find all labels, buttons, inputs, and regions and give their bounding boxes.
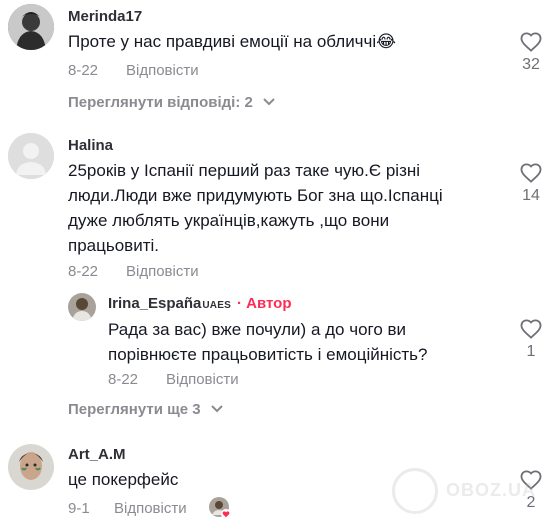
reply-button[interactable]: Відповісти xyxy=(166,371,239,388)
username[interactable]: Halina xyxy=(68,137,113,154)
author-badge: · Автор xyxy=(236,295,292,312)
reply-text-line: порівнюєте працьовитість і емоційність? xyxy=(108,345,428,364)
comment-text: 25років у Іспанії перший раз таке чую.Є … xyxy=(68,158,443,258)
comment-text-line: люди.Люди вже придумують Бог зна що.Іспа… xyxy=(68,186,443,205)
like-button[interactable]: 32 xyxy=(511,32,551,74)
view-replies-label: Переглянути відповіді: 2 xyxy=(68,94,253,111)
reply-username: Irina_España xyxy=(108,295,202,312)
view-more-button[interactable]: Переглянути ще 3 xyxy=(68,401,223,418)
heart-icon xyxy=(520,32,542,52)
reply-button[interactable]: Відповісти xyxy=(114,500,187,517)
watermark-text: OBOZ.UA xyxy=(446,480,536,500)
like-button[interactable]: 1 xyxy=(511,319,551,361)
comment-date: 8-22 xyxy=(68,62,99,79)
avatar[interactable] xyxy=(68,293,96,321)
watermark-circle-icon xyxy=(392,468,438,514)
like-button[interactable]: 14 xyxy=(511,163,551,205)
username[interactable]: Irina_EspañaUAES · Автор xyxy=(108,295,291,312)
username[interactable]: Art_A.M xyxy=(68,446,126,463)
view-more-label: Переглянути ще 3 xyxy=(68,401,201,418)
reply-date: 8-22 xyxy=(108,371,139,388)
comment-date: 9-1 xyxy=(68,500,90,517)
reply-button[interactable]: Відповісти xyxy=(126,62,199,79)
reply-text: Рада за вас) вже почули) а до чого ви по… xyxy=(108,317,428,367)
comment-text: Проте у нас правдиві емоції на обличчі😂 xyxy=(68,32,397,51)
reply-text-line: Рада за вас) вже почули) а до чого ви xyxy=(108,320,407,339)
comment-text-line: працьовиті. xyxy=(68,236,159,255)
like-count: 1 xyxy=(526,343,536,360)
chevron-down-icon xyxy=(211,405,223,413)
avatar[interactable] xyxy=(8,133,54,179)
watermark-logo: OBOZ.UA xyxy=(392,466,556,516)
avatar[interactable] xyxy=(8,444,54,490)
like-count: 14 xyxy=(522,187,540,204)
comment-halina: Halina 25років у Іспанії перший раз таке… xyxy=(0,125,556,425)
comment-date: 8-22 xyxy=(68,263,99,280)
heart-icon xyxy=(520,319,542,339)
heart-icon xyxy=(520,163,542,183)
like-count: 32 xyxy=(522,56,540,73)
comment-text: це покерфейс xyxy=(68,470,179,489)
comment-merinda17: Merinda17 Проте у нас правдиві емоції на… xyxy=(0,0,556,111)
view-replies-button[interactable]: Переглянути відповіді: 2 xyxy=(68,94,275,111)
avatar[interactable] xyxy=(8,4,54,50)
reply-irina: Irina_EspañaUAES · Автор Рада за вас) вже… xyxy=(0,287,556,397)
chevron-down-icon xyxy=(263,98,275,106)
comment-text-line: дуже люблять українців,кажуть ,що вони xyxy=(68,211,390,230)
comment-text-line: 25років у Іспанії перший раз таке чую.Є … xyxy=(68,161,421,180)
username[interactable]: Merinda17 xyxy=(68,8,142,25)
country-tag: UAES xyxy=(202,300,231,311)
creator-liked-avatar xyxy=(208,496,232,520)
reply-button[interactable]: Відповісти xyxy=(126,263,199,280)
